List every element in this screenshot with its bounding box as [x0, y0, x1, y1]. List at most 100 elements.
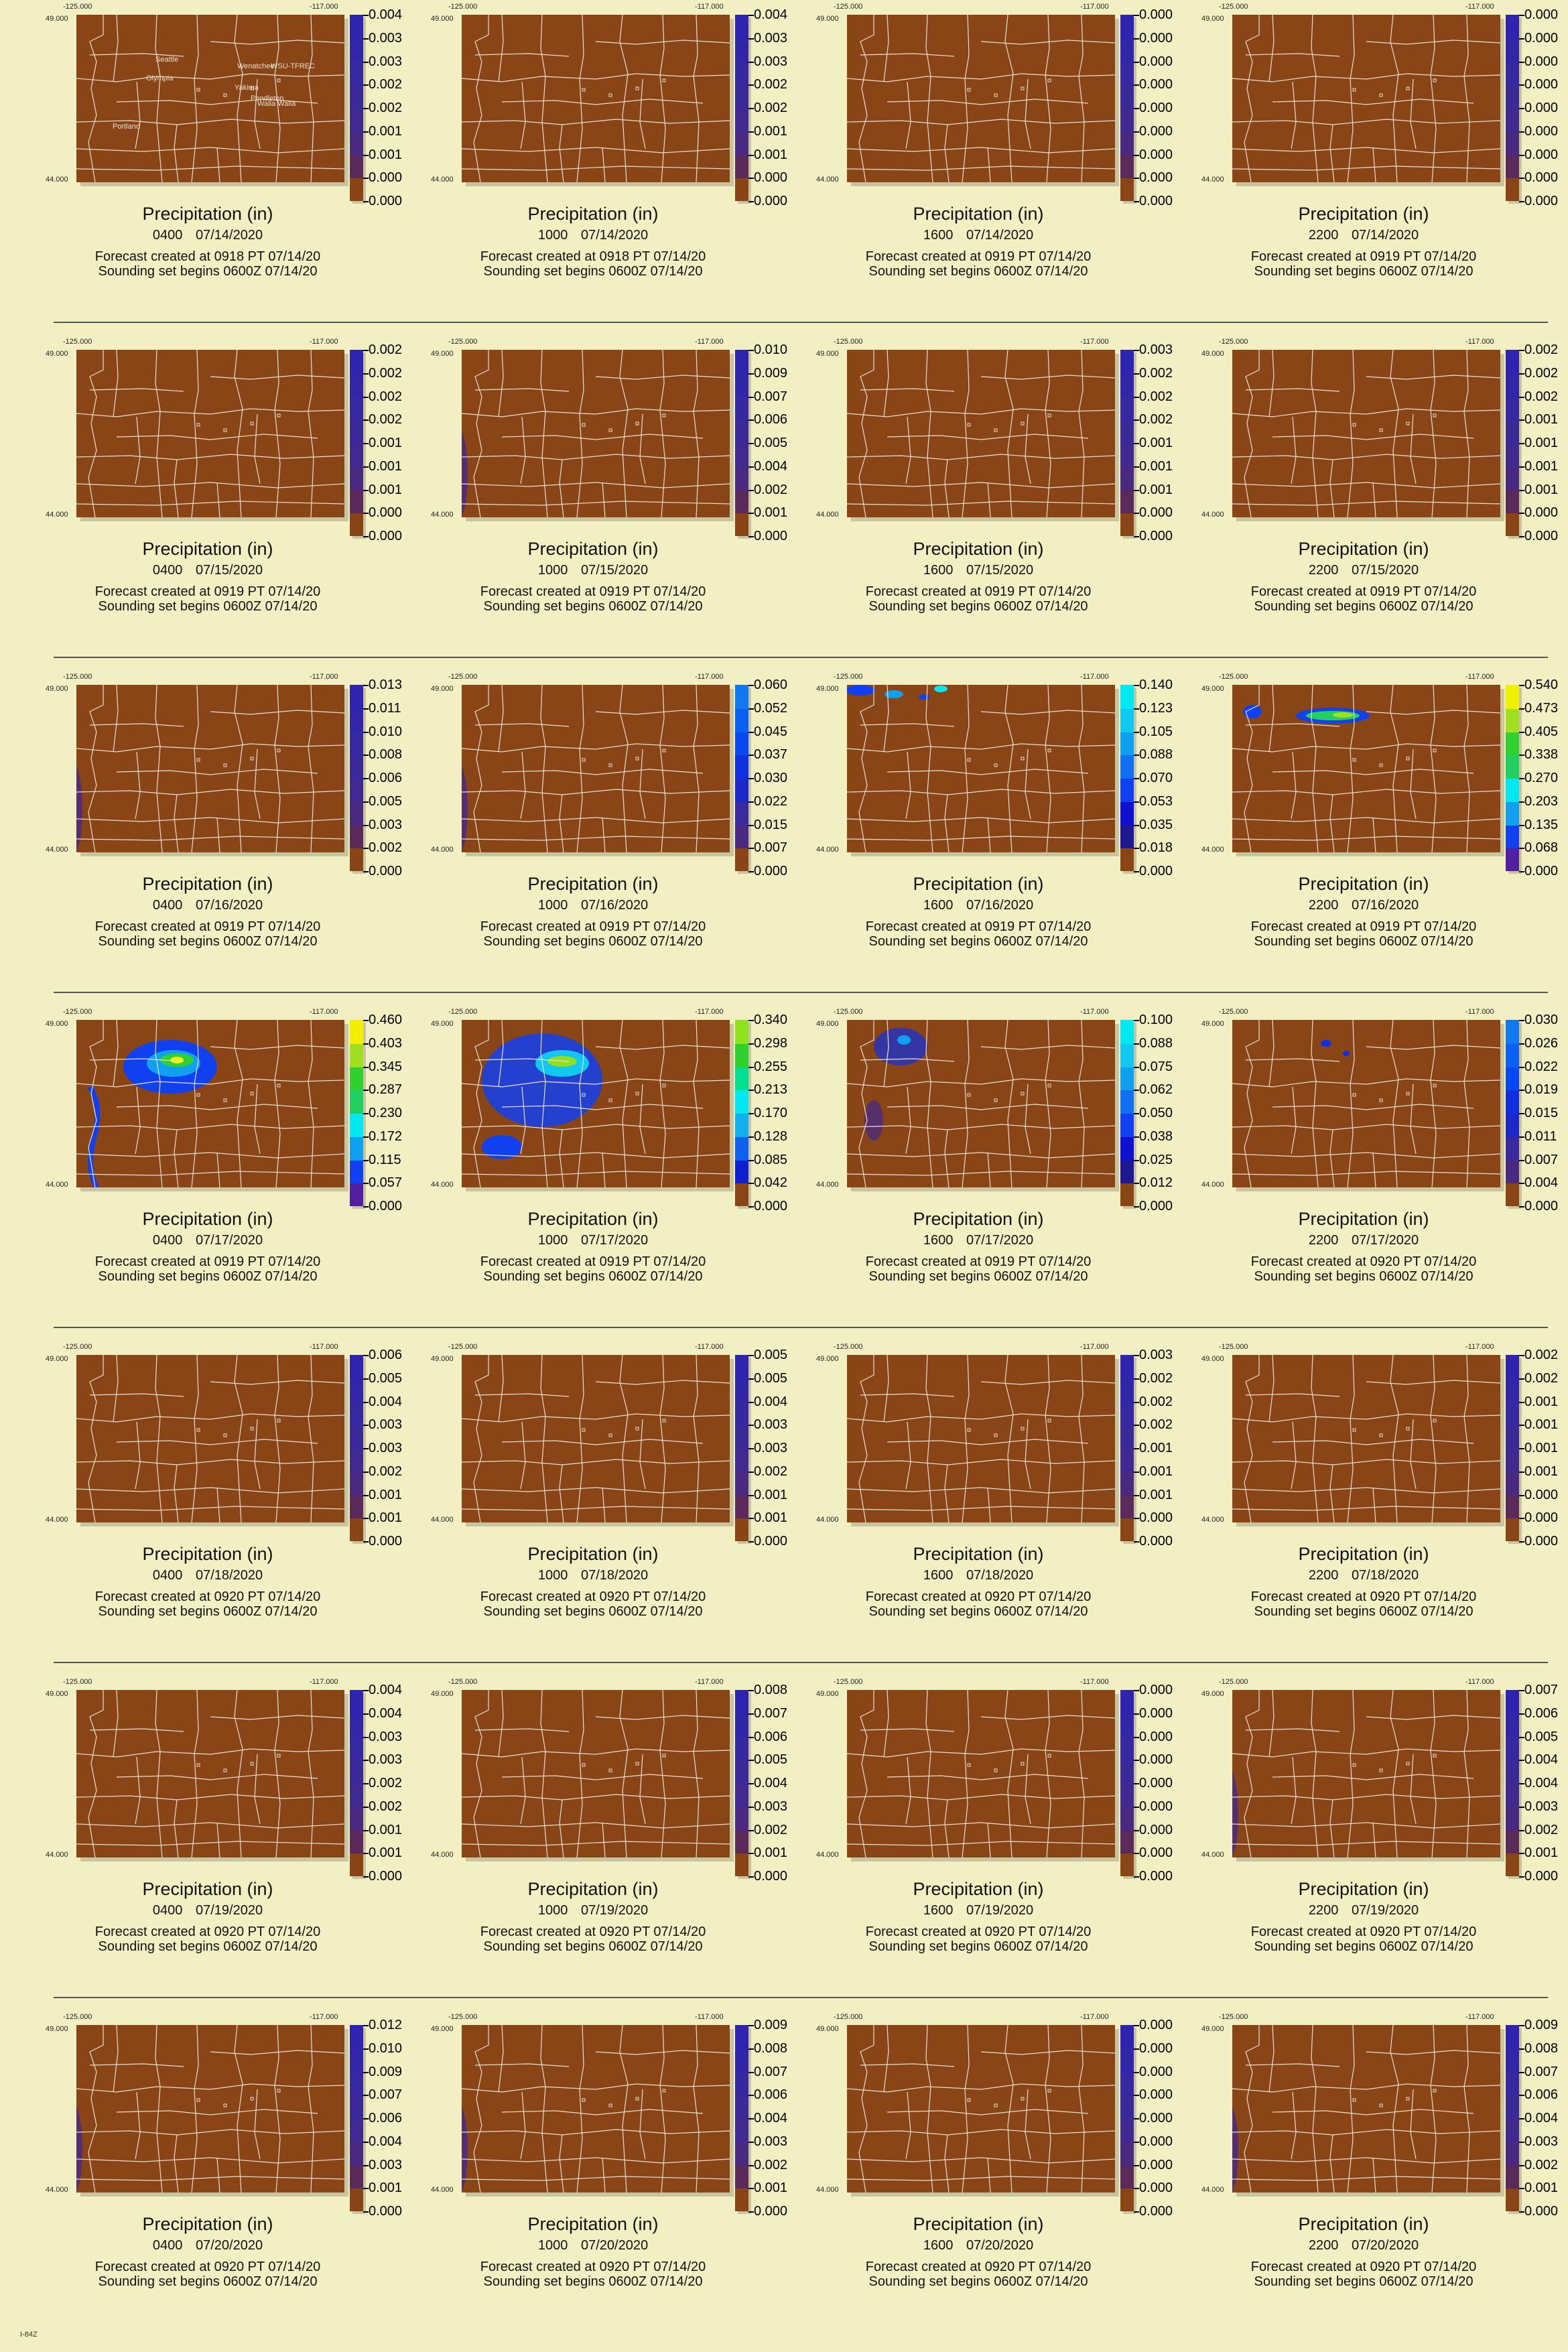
- scale-label: 0.038: [1139, 1128, 1173, 1144]
- color-bar-segment: [350, 2118, 363, 2142]
- scale-tick: [1134, 2025, 1139, 2026]
- scale-label: 0.001: [369, 1845, 403, 1861]
- county-border: [962, 350, 970, 517]
- county-border: [1268, 2025, 1275, 2093]
- county-border: [858, 1690, 874, 1857]
- county-border: [174, 124, 179, 182]
- county-border: [1272, 2109, 1474, 2115]
- scale-label: 0.042: [754, 1175, 788, 1191]
- county-border: [944, 124, 950, 182]
- scale-tick: [363, 685, 369, 686]
- color-scale: 0.012 0.010 0.009 0.007 0.006 0.004 0.003 0.001…: [350, 2018, 410, 2218]
- scale-tick: [748, 396, 754, 398]
- scale-tick: [1519, 2211, 1524, 2213]
- scale-label: 0.001: [369, 436, 403, 450]
- county-border: [274, 350, 281, 517]
- color-scale: 0.002 0.002 0.002 0.002 0.001 0.001 0.001 0.000…: [350, 343, 410, 543]
- precip-map: [1232, 1020, 1500, 1187]
- scale-label: 0.001: [1524, 1417, 1559, 1433]
- county-border: [962, 15, 970, 182]
- scale-label: 0.002: [369, 412, 403, 428]
- county-border: [1372, 2157, 1376, 2193]
- county-border: [274, 1690, 281, 1857]
- valid-hour: 1000: [537, 2238, 568, 2253]
- county-border: [210, 1715, 344, 1720]
- county-border: [944, 2134, 950, 2193]
- color-bar-segment: [1120, 2141, 1134, 2166]
- lon-left-label: -125.000: [834, 673, 863, 681]
- scale-label: 0.000: [1139, 2040, 1173, 2056]
- scale-tick: [363, 154, 369, 156]
- scale-tick: [1519, 1425, 1524, 1427]
- county-border: [308, 2025, 314, 2193]
- lat-top-label: 49.000: [816, 15, 839, 23]
- scale-tick: [1519, 1401, 1524, 1403]
- county-border: [113, 2025, 119, 2093]
- county-border: [76, 2176, 344, 2181]
- county-border: [1245, 2063, 1340, 2067]
- county-border: [1311, 1020, 1319, 1187]
- color-bar-segment: [735, 1090, 748, 1114]
- county-border: [474, 1393, 570, 1397]
- color-scale: 0.004 0.003 0.003 0.002 0.002 0.001 0.001 0.000…: [350, 8, 410, 208]
- county-border: [1245, 1058, 1340, 1062]
- county-border: [602, 1822, 606, 1857]
- lat-bottom-label: 44.000: [816, 511, 839, 519]
- county-border: [116, 1104, 318, 1110]
- valid-date: 07/17/2020: [580, 1233, 649, 1248]
- station-marker: [662, 2089, 666, 2093]
- scale-tick: [748, 731, 754, 733]
- forecast-created: Forecast created at 0920 PT 07/14/20: [1250, 1254, 1477, 1269]
- precip-map: [1232, 350, 1500, 517]
- lon-left-label: -125.000: [63, 673, 92, 681]
- county-border: [962, 685, 970, 852]
- scale-label: 0.001: [1524, 2180, 1559, 2196]
- sounding-info: Sounding set begins 0600Z 07/14/20: [868, 1604, 1088, 1619]
- scale-label: 0.001: [369, 458, 403, 474]
- county-border: [1244, 350, 1260, 517]
- lat-bottom-label: 44.000: [431, 846, 454, 854]
- station-marker: [994, 1098, 998, 1102]
- county-border: [1244, 15, 1260, 182]
- valid-time: 2200 07/20/2020: [1196, 2238, 1531, 2253]
- forecast-created: Forecast created at 0920 PT 07/14/20: [94, 2260, 321, 2274]
- county-border: [1347, 1690, 1355, 1857]
- lat-bottom-label: 44.000: [431, 1516, 454, 1524]
- station-marker: [1047, 1084, 1051, 1088]
- station-marker: [1021, 86, 1025, 90]
- station-marker: [196, 423, 200, 427]
- scale-label: 0.002: [754, 1463, 788, 1479]
- color-bar-segment: [1506, 443, 1519, 467]
- scale-tick: [748, 1541, 754, 1543]
- forecast-created: Forecast created at 0920 PT 07/14/20: [480, 1589, 706, 1604]
- county-border: [1004, 15, 1014, 182]
- color-bar: [735, 350, 748, 536]
- scale-tick: [363, 536, 369, 537]
- scale-label: 0.005: [369, 793, 403, 809]
- color-bar-segment: [1120, 154, 1134, 179]
- county-border: [905, 1756, 911, 1825]
- lat-top-label: 49.000: [1201, 1020, 1224, 1028]
- county-border: [191, 15, 199, 182]
- color-bar-segment: [1506, 778, 1519, 802]
- lon-left-label: -125.000: [834, 1008, 863, 1016]
- valid-time: 2200 07/17/2020: [1196, 1233, 1531, 1248]
- county-border: [174, 2134, 179, 2193]
- county-border: [1045, 2025, 1051, 2193]
- scale-label: 0.002: [1139, 1394, 1173, 1409]
- color-bar-segment: [350, 1183, 363, 1206]
- color-bar: [735, 1020, 748, 1206]
- scale-label: 0.004: [1524, 1776, 1559, 1790]
- forecast-panel: -125.000 -117.000 49.000 44.000 0.000 0.000 0.…: [811, 0, 1186, 335]
- color-bar-segment: [1506, 848, 1519, 871]
- scale-tick: [363, 1471, 369, 1473]
- county-border: [1272, 99, 1474, 105]
- scale-label: 0.002: [369, 389, 403, 404]
- county-border: [858, 350, 874, 517]
- map-canvas: [462, 1355, 730, 1522]
- county-border: [559, 1464, 564, 1522]
- precip-map: Seattle Olympia Wenatchee WSU-TFREC Yakima Wa…: [76, 15, 344, 182]
- precip-map: [1232, 2025, 1500, 2193]
- station-marker: [277, 1419, 281, 1423]
- scale-label: 0.006: [754, 2087, 788, 2103]
